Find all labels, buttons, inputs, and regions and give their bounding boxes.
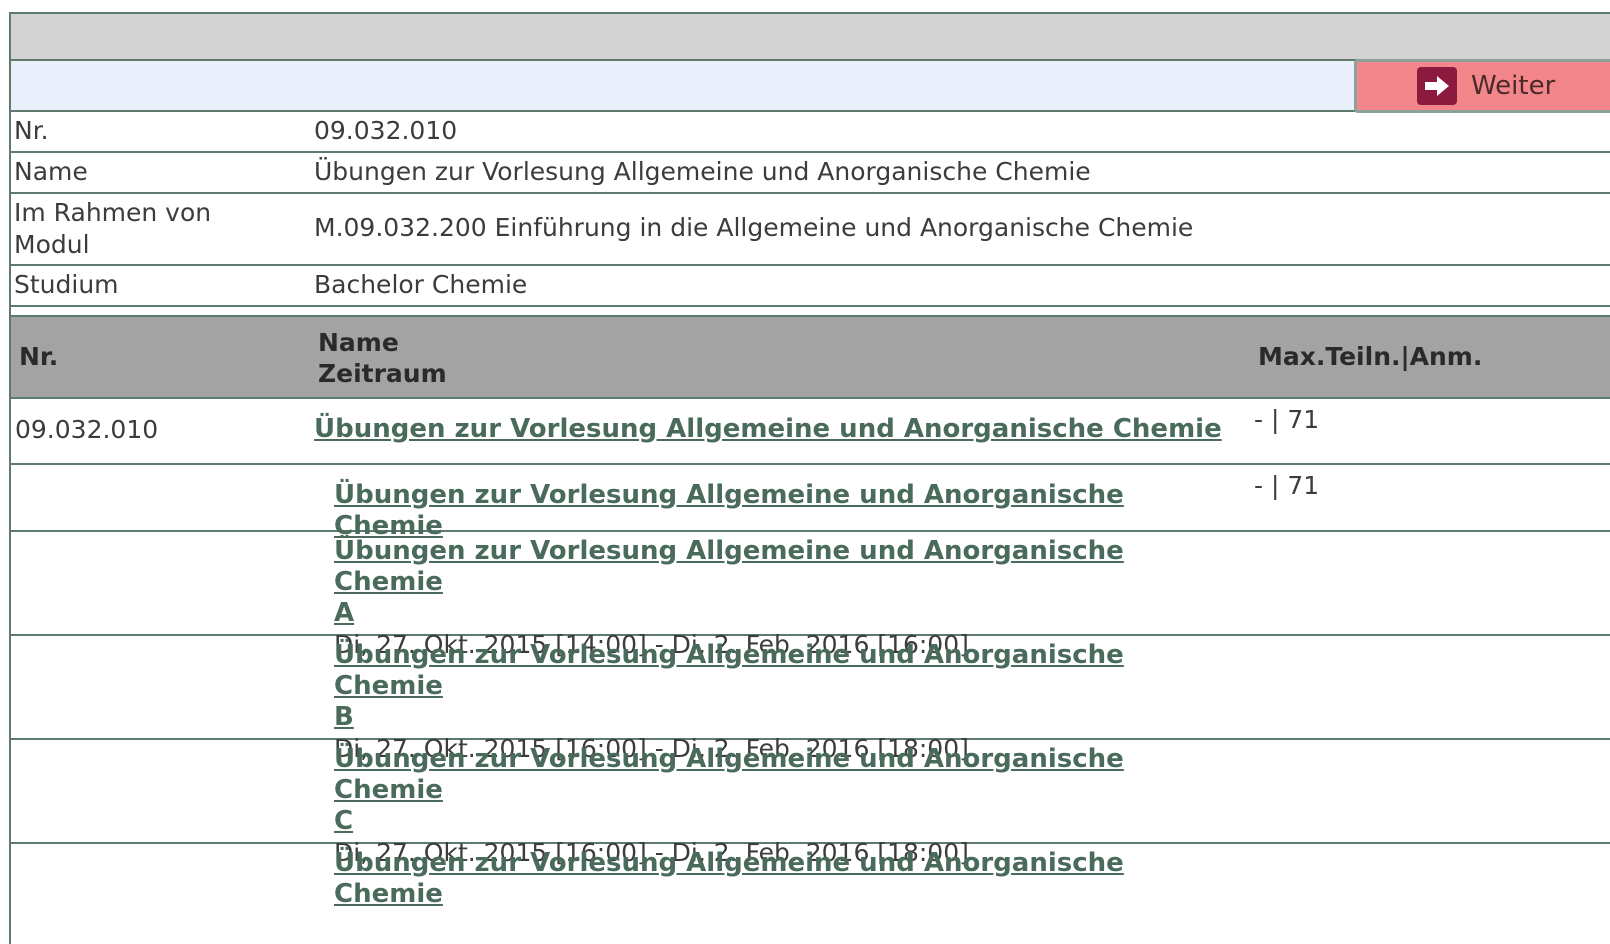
header-name-label: Name	[318, 328, 399, 357]
row-max: - | 71	[1254, 405, 1320, 434]
table-row-sub-0: Übungen zur Vorlesung Allgemeine und Ano…	[11, 465, 1610, 541]
header-nr: Nr.	[19, 342, 59, 371]
info-row-modul: Im Rahmen von Modul M.09.032.200 Einführ…	[11, 194, 1610, 266]
course-detail-frame: Weiter Nr. 09.032.010 Name Übungen zur V…	[9, 12, 1610, 944]
name-value: Übungen zur Vorlesung Allgemeine und Ano…	[314, 157, 1091, 186]
group-link-a-line1: Übungen zur Vorlesung Allgemeine und Ano…	[334, 536, 1124, 597]
table-row-sub-1: Übungen zur Vorlesung Allgemeine und Ano…	[11, 532, 1610, 659]
nr-label: Nr.	[14, 116, 49, 145]
info-row-studium: Studium Bachelor Chemie	[11, 266, 1610, 307]
action-bar: Weiter	[11, 59, 1610, 113]
studium-value: Bachelor Chemie	[314, 270, 528, 299]
info-row-nr: Nr. 09.032.010	[11, 112, 1610, 153]
group-link-c-line2: C	[334, 806, 354, 836]
group-link-d[interactable]: Übungen zur Vorlesung Allgemeine und Ano…	[334, 848, 1124, 909]
group-link-a-line2: A	[334, 598, 355, 628]
group-link-b-line2: B	[334, 702, 354, 732]
name-label: Name	[14, 157, 88, 186]
row-max: - | 71	[1254, 471, 1320, 500]
modul-label-line1: Im Rahmen von	[14, 198, 212, 227]
arrow-right-icon	[1417, 67, 1457, 105]
weiter-label: Weiter	[1471, 71, 1556, 101]
group-link-a[interactable]: Übungen zur Vorlesung Allgemeine und Ano…	[334, 536, 1124, 628]
table-row-sub-3: Übungen zur Vorlesung Allgemeine und Ano…	[11, 740, 1610, 867]
course-link[interactable]: Übungen zur Vorlesung Allgemeine und Ano…	[314, 414, 1222, 444]
modul-label-line2: Modul	[14, 230, 90, 259]
group-link-c-line1: Übungen zur Vorlesung Allgemeine und Ano…	[334, 744, 1124, 805]
section-divider	[11, 307, 1610, 317]
studium-label: Studium	[14, 270, 119, 299]
nr-value: 09.032.010	[314, 116, 458, 145]
group-cell: Übungen zur Vorlesung Allgemeine und Ano…	[334, 848, 1239, 910]
group-link-b-line1: Übungen zur Vorlesung Allgemeine und Ano…	[334, 640, 1124, 701]
modul-label: Im Rahmen von Modul	[14, 197, 211, 261]
group-link-b[interactable]: Übungen zur Vorlesung Allgemeine und Ano…	[334, 640, 1124, 732]
title-bar	[11, 14, 1610, 61]
header-name: Name Zeitraum	[318, 327, 447, 389]
weiter-button[interactable]: Weiter	[1354, 59, 1610, 113]
header-zeitraum-label: Zeitraum	[318, 359, 447, 388]
group-link-c[interactable]: Übungen zur Vorlesung Allgemeine und Ano…	[334, 744, 1124, 836]
table-row-main: 09.032.010 Übungen zur Vorlesung Allgeme…	[11, 399, 1610, 465]
table-row-sub-2: Übungen zur Vorlesung Allgemeine und Ano…	[11, 636, 1610, 763]
row-nr: 09.032.010	[15, 415, 159, 444]
header-max: Max.Teiln.|Anm.	[1258, 342, 1483, 371]
modul-value: M.09.032.200 Einführung in die Allgemein…	[314, 213, 1194, 242]
table-row-sub-4: Übungen zur Vorlesung Allgemeine und Ano…	[11, 844, 1610, 944]
table-header: Nr. Name Zeitraum Max.Teiln.|Anm.	[11, 317, 1610, 399]
info-row-name: Name Übungen zur Vorlesung Allgemeine un…	[11, 153, 1610, 194]
